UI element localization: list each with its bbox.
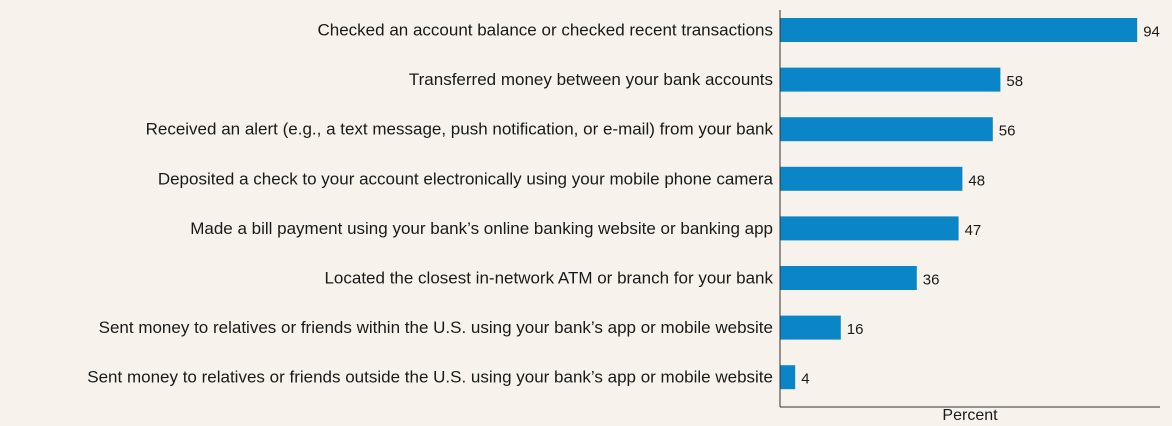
category-label: Deposited a check to your account electr… (158, 169, 774, 188)
category-label: Made a bill payment using your bank’s on… (190, 219, 773, 238)
category-label: Transferred money between your bank acco… (409, 70, 773, 89)
x-axis-title: Percent (942, 407, 998, 424)
bar (780, 216, 959, 241)
bar (780, 315, 841, 340)
value-label: 56 (999, 123, 1016, 140)
bar (780, 18, 1138, 42)
category-label: Located the closest in-network ATM or br… (324, 269, 773, 288)
bar (780, 166, 963, 191)
bar (780, 266, 917, 290)
bars-layer (780, 18, 1138, 390)
bar (780, 67, 1001, 92)
value-label: 48 (968, 172, 985, 189)
value-label: 47 (965, 222, 982, 239)
chart-container: Checked an account balance or checked re… (0, 0, 1172, 426)
bar-chart: Checked an account balance or checked re… (87, 10, 1160, 424)
value-label: 94 (1143, 24, 1160, 41)
category-label: Sent money to relatives or friends outsi… (87, 368, 773, 387)
value-label: 36 (923, 272, 940, 289)
value-label: 16 (847, 321, 864, 338)
category-label: Received an alert (e.g., a text message,… (146, 120, 774, 139)
bar (780, 117, 993, 142)
category-label: Sent money to relatives or friends withi… (99, 318, 773, 337)
value-label: 4 (801, 371, 809, 388)
value-label: 58 (1006, 73, 1023, 90)
category-label: Checked an account balance or checked re… (318, 21, 774, 40)
bar (780, 365, 796, 390)
